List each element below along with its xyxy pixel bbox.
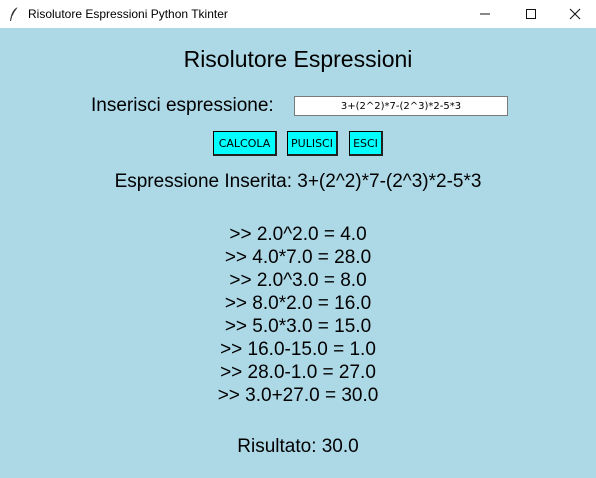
steps-list: >> 2.0^2.0 = 4.0 >> 4.0*7.0 = 28.0 >> 2.… <box>0 223 596 407</box>
feather-icon <box>8 6 20 22</box>
step-line: >> 2.0^3.0 = 8.0 <box>229 270 367 291</box>
maximize-icon[interactable] <box>508 0 554 28</box>
step-line: >> 3.0+27.0 = 30.0 <box>217 385 379 406</box>
calcola-button[interactable]: CALCOLA <box>213 131 277 156</box>
step-line: >> 16.0-15.0 = 1.0 <box>220 339 376 360</box>
step-line: >> 5.0*3.0 = 15.0 <box>224 316 372 337</box>
result-text: Risultato: 30.0 <box>237 436 359 457</box>
step-line: >> 28.0-1.0 = 27.0 <box>220 362 376 383</box>
minimize-icon[interactable] <box>462 0 508 28</box>
window-title: Risolutore Espressioni Python Tkinter <box>28 7 228 21</box>
page-title: Risolutore Espressioni <box>183 46 413 72</box>
expression-input[interactable] <box>294 96 508 116</box>
pulisci-button[interactable]: PULISCI <box>287 131 338 156</box>
expression-label: Inserisci espressione: <box>91 95 274 116</box>
close-icon[interactable] <box>552 0 596 28</box>
step-line: >> 8.0*2.0 = 16.0 <box>224 293 372 314</box>
title-bar[interactable]: Risolutore Espressioni Python Tkinter <box>0 0 596 28</box>
expression-display: Espressione Inserita: 3+(2^2)*7-(2^3)*2-… <box>114 171 482 192</box>
step-line: >> 4.0*7.0 = 28.0 <box>224 247 372 268</box>
step-line: >> 2.0^2.0 = 4.0 <box>229 224 367 245</box>
esci-button[interactable]: ESCI <box>349 131 383 156</box>
